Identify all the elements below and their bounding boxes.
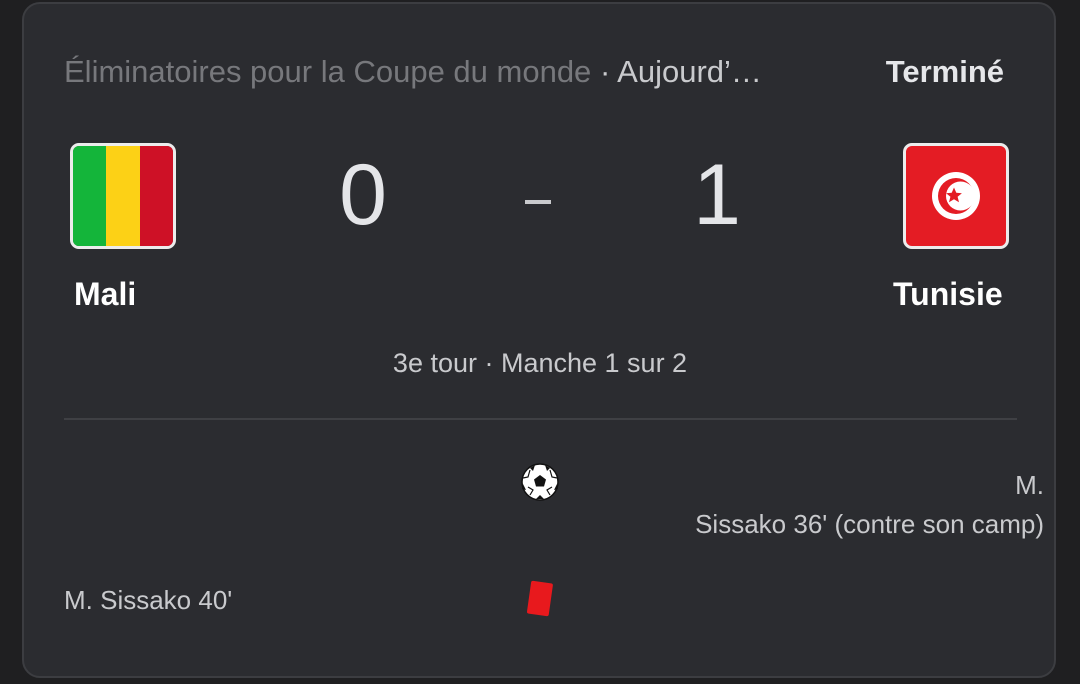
goal-event-text: M. Sissako 36' (contre son camp) <box>624 466 1044 544</box>
round-info: 3e tour · Manche 1 sur 2 <box>392 348 688 378</box>
away-team-name[interactable]: Tunisie <box>893 274 1003 314</box>
goal-event-line1: M. <box>1015 470 1044 500</box>
away-score: 1 <box>693 147 741 243</box>
home-score: 0 <box>339 147 387 243</box>
divider <box>64 418 1017 420</box>
competition-name[interactable]: Éliminatoires pour la Coupe du monde <box>64 54 591 89</box>
match-status: Terminé <box>885 54 1004 89</box>
match-header: Éliminatoires pour la Coupe du monde · A… <box>64 52 1014 92</box>
red-card-event-text: M. Sissako 40' <box>64 585 233 615</box>
goal-event-line2: Sissako 36' (contre son camp) <box>695 509 1044 539</box>
soccer-ball-icon <box>520 462 560 502</box>
match-card[interactable] <box>22 2 1056 678</box>
mali-flag-icon[interactable] <box>70 143 176 249</box>
match-date: · Aujourd’… <box>599 54 762 89</box>
red-card-icon <box>525 580 555 618</box>
score-separator <box>525 200 551 204</box>
tunisia-flag-icon[interactable] <box>903 143 1009 249</box>
home-team-name[interactable]: Mali <box>74 274 136 314</box>
